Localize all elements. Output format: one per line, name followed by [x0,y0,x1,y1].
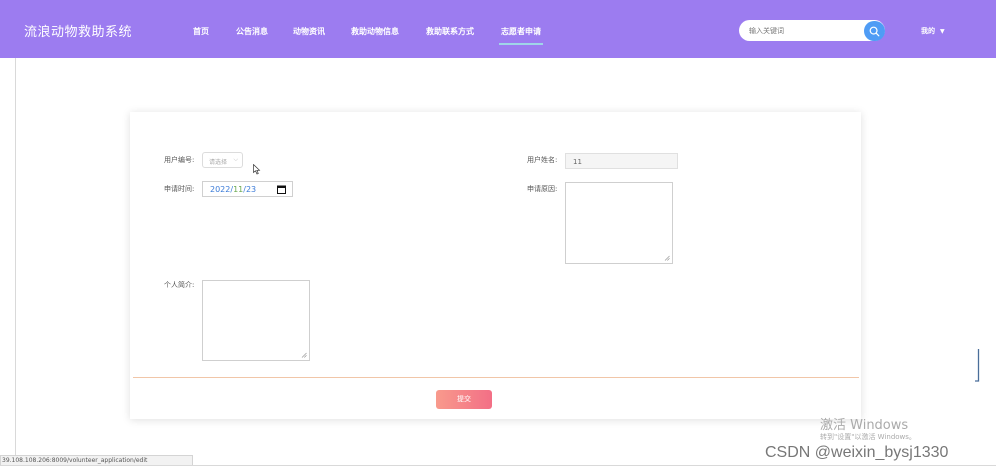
resize-grip-icon[interactable] [301,352,307,358]
nav-item-notices[interactable]: 公告消息 [236,26,268,37]
nav-item-rescue-contact[interactable]: 救助联系方式 [426,26,474,37]
windows-activation-title: 激活 Windows [820,418,909,433]
page-bottom-border [0,465,996,466]
date-day: 23 [245,185,257,194]
nav-item-rescue-animals[interactable]: 救助动物信息 [351,26,399,37]
page-left-border [15,58,16,462]
nav-item-home[interactable]: 首页 [193,26,209,37]
nav-item-animal-news[interactable]: 动物资讯 [293,26,325,37]
resize-grip-icon[interactable] [664,255,670,261]
user-menu-label: 我的 [921,27,935,35]
user-name-label: 用户姓名: [527,156,558,164]
reason-textarea[interactable] [565,182,673,264]
nav-item-volunteer-application[interactable]: 志愿者申请 [499,26,543,45]
user-no-select-value: 请选择 [209,159,228,166]
chevron-down-icon: ▼ [940,28,945,35]
user-name-input[interactable]: 11 [565,153,678,169]
reason-label: 申请原因: [527,185,558,193]
top-navigation-bar: 流浪动物救助系统 首页 公告消息 动物资讯 救助动物信息 救助联系方式 志愿者申… [0,0,996,58]
user-no-label: 用户编号: [164,156,195,164]
apply-date-input[interactable]: 2022/11/23 [202,181,293,197]
volunteer-application-form: 用户编号: 请选择 ⌵ 用户姓名: 11 申请时间: 2022/11/23 申请… [130,112,861,419]
submit-button[interactable]: 提交 [436,390,492,409]
search-button[interactable] [864,21,885,41]
date-month: 11 [233,185,244,194]
mouse-cursor-icon [253,164,261,175]
windows-activation-subtitle: 转到"设置"以激活 Windows。 [820,433,916,441]
user-menu[interactable]: 我的 ▼ [921,26,945,36]
user-no-select[interactable]: 请选择 ⌵ [202,152,243,168]
intro-label: 个人简介: [164,281,195,289]
page-edge-fragment [975,349,980,382]
app-title: 流浪动物救助系统 [24,25,133,40]
date-year: 2022 [210,185,231,194]
form-divider [133,377,859,378]
apply-time-label: 申请时间: [164,185,195,193]
search-icon [869,26,880,37]
csdn-watermark: CSDN @weixin_bysj1330 [765,444,949,461]
calendar-icon[interactable] [277,185,286,194]
search-input[interactable] [749,24,859,37]
intro-textarea[interactable] [202,280,310,361]
chevron-down-icon: ⌵ [233,156,238,163]
